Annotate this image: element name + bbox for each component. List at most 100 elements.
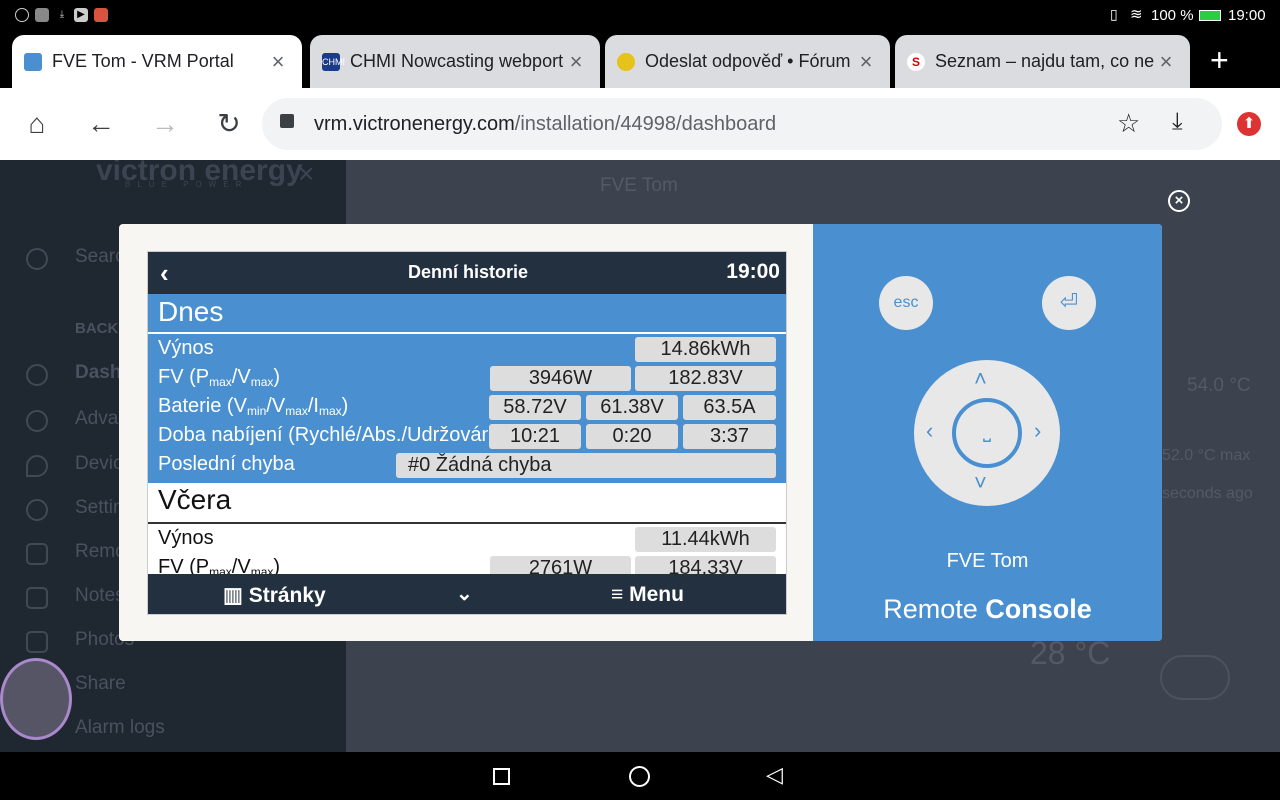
site-name: FVE Tom <box>946 550 1029 572</box>
download-icon[interactable]: ⤓ <box>1172 108 1183 136</box>
row-label: Výnos <box>158 527 214 549</box>
forward-icon[interactable]: → <box>150 110 180 138</box>
today-heading: Dnes <box>158 296 224 327</box>
tab-seznam[interactable]: S Seznam – najdu tam, co neznám × <box>895 35 1190 88</box>
close-tab-icon[interactable]: × <box>564 49 588 75</box>
app-icon <box>35 8 49 22</box>
address-bar[interactable]: vrm.victronenergy.com/installation/44998… <box>262 98 1222 150</box>
menu-button[interactable]: ≡ Menu <box>611 583 684 607</box>
row-label: FV (Pmax/Vmax) <box>158 366 281 389</box>
down-button[interactable]: ˅ <box>974 470 987 496</box>
tab-chmi[interactable]: CHMI CHMI Nowcasting webportal × <box>310 35 600 88</box>
value-box: 182.83V <box>635 366 776 391</box>
value-box: 0:20 <box>586 424 678 449</box>
screen-title: Denní historie <box>407 262 528 282</box>
cloud-icon <box>1160 655 1230 700</box>
today-charge-time-row: Doba nabíjení (Rychlé/Abs./Udržování) 10… <box>148 422 786 451</box>
divider <box>148 522 786 524</box>
messenger-icon <box>15 8 29 22</box>
right-button[interactable]: › <box>1034 418 1041 444</box>
close-tab-icon[interactable]: × <box>1154 49 1178 75</box>
reload-icon[interactable]: ↻ <box>214 110 244 138</box>
close-tab-icon[interactable]: × <box>854 49 878 75</box>
screen-footer: ▥ Stránky ⌄ ≡ Menu <box>148 574 786 614</box>
url-path: /installation/44998/dashboard <box>514 112 777 135</box>
wifi-icon: ≋ <box>1130 6 1143 23</box>
bar-chart-icon: ▥ <box>223 584 249 607</box>
youtube-icon: ▶ <box>74 8 88 22</box>
advanced-icon <box>26 410 48 432</box>
left-button[interactable]: ‹ <box>926 418 933 444</box>
vrm-favicon <box>24 52 42 71</box>
space-button[interactable]: ⎵ <box>952 398 1022 468</box>
back-button[interactable]: ◁ <box>766 762 783 788</box>
remote-control-panel: esc ⏎ ˄ ˅ ‹ › ⎵ FVE Tom Remote Console <box>813 224 1162 641</box>
today-last-error-row: Poslední chyba #0 Žádná chyba <box>148 451 786 480</box>
sidebar-item-alarm-logs[interactable]: Alarm logs <box>75 717 165 739</box>
tab-vrm-portal[interactable]: FVE Tom - VRM Portal × <box>12 35 302 88</box>
remote-console-modal: ‹ Denní historie 19:00 Dnes Výnos 14.86k… <box>119 224 1162 641</box>
pages-button[interactable]: ▥ Stránky <box>223 583 326 608</box>
logo-tagline: BLUE POWER <box>125 180 249 189</box>
value-box: 3946W <box>490 366 631 391</box>
update-icon[interactable]: ⬆ <box>1237 112 1261 136</box>
row-label: Doba nabíjení (Rychlé/Abs./Udržování) <box>158 424 488 446</box>
download-icon: ⤓ <box>59 9 65 20</box>
site-title: FVE Tom <box>600 175 678 196</box>
chevron-down-icon[interactable]: ⌄ <box>456 581 473 606</box>
dpad: ˄ ˅ ‹ › ⎵ <box>914 360 1060 506</box>
yesterday-yield-row: Výnos 11.44kWh <box>148 525 786 554</box>
value-box: 3:37 <box>683 424 776 449</box>
value-box: 61.38V <box>586 395 678 420</box>
esc-button[interactable]: esc <box>879 276 933 330</box>
row-label: Baterie (Vmin/Vmax/Imax) <box>158 395 349 418</box>
close-sidebar-icon[interactable]: × <box>298 160 314 190</box>
divider <box>148 332 786 334</box>
recents-button[interactable] <box>493 768 510 785</box>
clock: 19:00 <box>1228 7 1266 24</box>
gx-screen[interactable]: ‹ Denní historie 19:00 Dnes Výnos 14.86k… <box>147 251 787 615</box>
url-host: vrm.victronenergy.com <box>314 112 515 135</box>
device-icon <box>26 455 48 477</box>
dashboard-icon <box>26 364 48 386</box>
tab-forum[interactable]: Odeslat odpověď • Fórum | × <box>605 35 890 88</box>
today-yield-row: Výnos 14.86kWh <box>148 335 786 364</box>
temperature: 54.0 °C <box>1187 375 1251 396</box>
battery-percent: 100 % <box>1151 7 1194 24</box>
home-button[interactable] <box>629 766 650 787</box>
close-tab-icon[interactable]: × <box>266 49 290 75</box>
remote-console-title: Remote Console <box>883 594 1092 624</box>
enter-button[interactable]: ⏎ <box>1042 276 1096 330</box>
status-bar: ⤓ ▶ ▯ ≋ 100 % 19:00 <box>0 0 1280 30</box>
gear-icon <box>26 499 48 521</box>
seznam-favicon: S <box>907 52 925 71</box>
today-pv-row: FV (Pmax/Vmax) 3946W 182.83V <box>148 364 786 393</box>
photos-icon <box>26 631 48 653</box>
value-box: 10:21 <box>489 424 581 449</box>
chmi-favicon: CHMI <box>322 52 345 71</box>
sidebar-back[interactable]: BACK <box>75 320 118 337</box>
yesterday-heading: Včera <box>158 484 232 515</box>
today-battery-row: Baterie (Vmin/Vmax/Imax) 58.72V 61.38V 6… <box>148 393 786 422</box>
value-box: #0 Žádná chyba <box>396 453 776 478</box>
new-tab-button[interactable]: + <box>1210 42 1229 79</box>
row-label: Poslední chyba <box>158 453 295 475</box>
chat-head-avatar[interactable] <box>0 658 72 740</box>
value-box: 63.5A <box>683 395 776 420</box>
close-modal-icon[interactable]: × <box>1168 190 1190 212</box>
value-box: 14.86kWh <box>635 337 776 362</box>
sidebar-item-notes[interactable]: Notes <box>75 585 125 607</box>
vibrate-icon: ▯ <box>1110 6 1118 22</box>
sidebar-item-share[interactable]: Share <box>75 673 126 695</box>
bookmark-star-icon[interactable]: ☆ <box>1117 108 1140 139</box>
row-label: Výnos <box>158 337 214 359</box>
back-icon[interactable]: ← <box>86 110 116 138</box>
hamburger-icon: ≡ <box>611 583 630 606</box>
remote-console-icon <box>26 543 48 565</box>
lock-icon <box>280 114 294 128</box>
updated-time: seconds ago <box>1162 485 1253 502</box>
value-box: 11.44kWh <box>635 527 776 552</box>
android-nav-bar: ◁ <box>0 752 1280 800</box>
up-button[interactable]: ˄ <box>974 366 987 392</box>
home-icon[interactable]: ⌂ <box>22 110 52 138</box>
